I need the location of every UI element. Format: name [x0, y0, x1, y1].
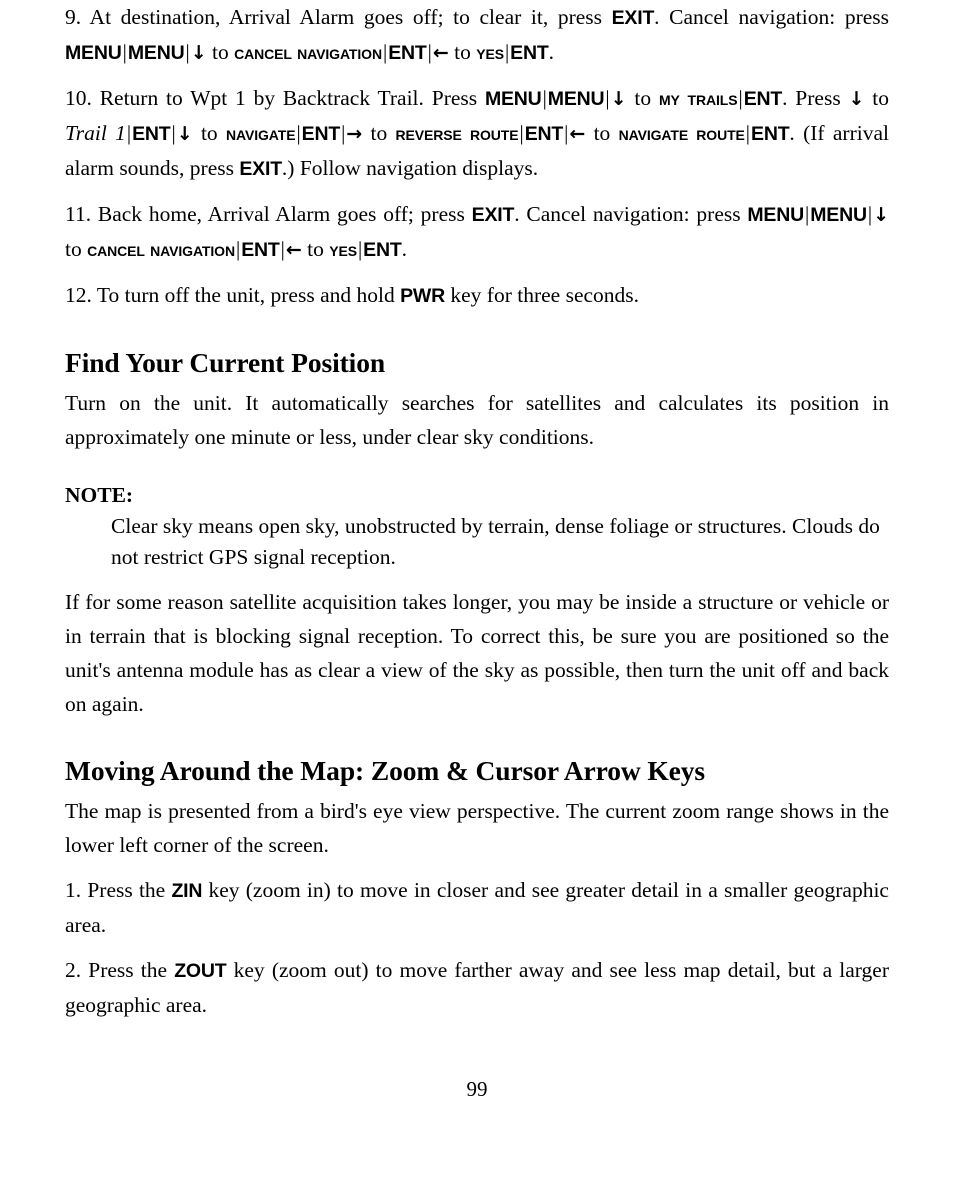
- device-key-label: ENT: [510, 42, 549, 64]
- menu-item-label: Reverse Route: [395, 123, 519, 145]
- numbered-steps-group: 9. At destination, Arrival Alarm goes of…: [65, 0, 889, 313]
- body-text-run: to: [192, 121, 226, 145]
- device-key-label: PWR: [400, 285, 446, 307]
- satellite-acquisition-paragraph: If for some reason satellite acquisition…: [65, 590, 889, 716]
- body-text-run: Back home, Arrival Alarm goes off; press: [91, 202, 472, 226]
- moving-map-paragraph: The map is presented from a bird's eye v…: [65, 799, 889, 857]
- section-heading-moving-map: Moving Around the Map: Zoom & Cursor Arr…: [65, 755, 706, 786]
- map-step-2: 2. Press the ZOUT key (zoom out) to move…: [65, 953, 889, 1022]
- step-9: 9. At destination, Arrival Alarm goes of…: [65, 0, 889, 70]
- device-key-label: ZIN: [171, 880, 203, 902]
- step-number: 11.: [65, 202, 92, 226]
- page-number: 99: [466, 1077, 488, 1101]
- body-text-run: . Cancel navigation: press: [654, 5, 889, 29]
- arrow-down-icon: ↓: [610, 88, 627, 110]
- step-12: 12. To turn off the unit, press and hold…: [65, 278, 889, 313]
- document-page: 9. At destination, Arrival Alarm goes of…: [65, 0, 889, 1199]
- body-text-run: to: [362, 121, 396, 145]
- arrow-down-icon: ↓: [848, 88, 865, 110]
- step-number: 1.: [65, 878, 82, 902]
- step-number: 2.: [65, 958, 82, 982]
- arrow-down-icon: ↓: [873, 204, 889, 226]
- body-text-run: to: [301, 237, 330, 261]
- body-text-run: Press the: [81, 958, 175, 982]
- device-key-label: ENT: [241, 239, 280, 261]
- device-key-label: MENU: [127, 42, 185, 64]
- device-key-label: MENU: [547, 88, 605, 110]
- body-text-run: . Cancel navigation: press: [514, 202, 748, 226]
- note-body: Clear sky means open sky, unobstructed b…: [111, 514, 880, 569]
- device-key-label: EXIT: [471, 204, 515, 226]
- device-key-label: MENU: [65, 42, 122, 64]
- body-text-run: to: [626, 86, 659, 110]
- device-key-label: ENT: [751, 123, 790, 145]
- arrow-down-icon: ↓: [190, 42, 207, 64]
- body-text-run: . Press: [782, 86, 849, 110]
- arrow-left-icon: ←: [432, 42, 449, 64]
- section-heading-find-position: Find Your Current Position: [65, 347, 386, 378]
- body-text-run: .: [548, 40, 554, 64]
- section-find-your-current-position: Find Your Current Position Turn on the u…: [65, 346, 889, 721]
- body-text-run: To turn off the unit, press and hold: [91, 283, 401, 307]
- body-text-run: Return to Wpt 1 by Backtrack Trail. Pres…: [91, 86, 485, 110]
- device-key-label: ENT: [363, 239, 402, 261]
- device-key-label: MENU: [810, 204, 867, 226]
- step-number: 12.: [65, 283, 92, 307]
- device-key-label: ENT: [132, 123, 171, 145]
- device-key-label: ENT: [524, 123, 564, 145]
- menu-item-label: Cancel Navigation: [234, 42, 382, 64]
- map-step-1: 1. Press the ZIN key (zoom in) to move i…: [65, 873, 889, 942]
- body-text-run: At destination, Arrival Alarm goes off; …: [81, 5, 612, 29]
- body-text-run: .) Follow navigation displays.: [281, 156, 539, 180]
- device-key-label: ENT: [743, 88, 783, 110]
- body-text-run: Press the: [81, 878, 172, 902]
- arrow-right-icon: →: [346, 123, 363, 145]
- body-text-run: to: [65, 237, 88, 261]
- body-text-run: key for three seconds.: [445, 283, 640, 307]
- step-number: 10.: [65, 86, 92, 110]
- step-number: 9.: [65, 5, 82, 29]
- body-text-run: .: [401, 237, 407, 261]
- device-key-label: EXIT: [611, 7, 655, 29]
- menu-item-label: Navigate Route: [618, 123, 745, 145]
- device-key-label: MENU: [747, 204, 805, 226]
- step-10: 10. Return to Wpt 1 by Backtrack Trail. …: [65, 81, 889, 186]
- arrow-left-icon: ←: [285, 239, 302, 261]
- device-key-label: ENT: [301, 123, 341, 145]
- device-key-label: ZOUT: [174, 960, 227, 982]
- italic-label: Trail 1: [65, 121, 126, 145]
- body-text-run: to: [864, 86, 889, 110]
- device-key-label: MENU: [484, 88, 542, 110]
- device-key-label: ENT: [388, 42, 427, 64]
- body-text-run: to: [206, 40, 235, 64]
- body-text-run: to: [585, 121, 619, 145]
- device-key-label: EXIT: [239, 158, 282, 180]
- note-label: NOTE:: [65, 483, 134, 507]
- note-spacer: [65, 465, 889, 479]
- menu-item-label: Yes: [476, 42, 504, 64]
- step-11: 11. Back home, Arrival Alarm goes off; p…: [65, 197, 889, 267]
- section-moving-around-the-map: Moving Around the Map: Zoom & Cursor Arr…: [65, 754, 889, 1022]
- menu-item-label: Navigate: [225, 123, 296, 145]
- arrow-left-icon: ←: [569, 123, 586, 145]
- menu-item-label: Cancel Navigation: [87, 239, 235, 261]
- body-text-run: to: [448, 40, 477, 64]
- arrow-down-icon: ↓: [176, 123, 193, 145]
- menu-item-label: My Trails: [658, 88, 738, 110]
- find-position-paragraph: Turn on the unit. It automatically searc…: [65, 391, 889, 449]
- menu-item-label: Yes: [329, 239, 357, 261]
